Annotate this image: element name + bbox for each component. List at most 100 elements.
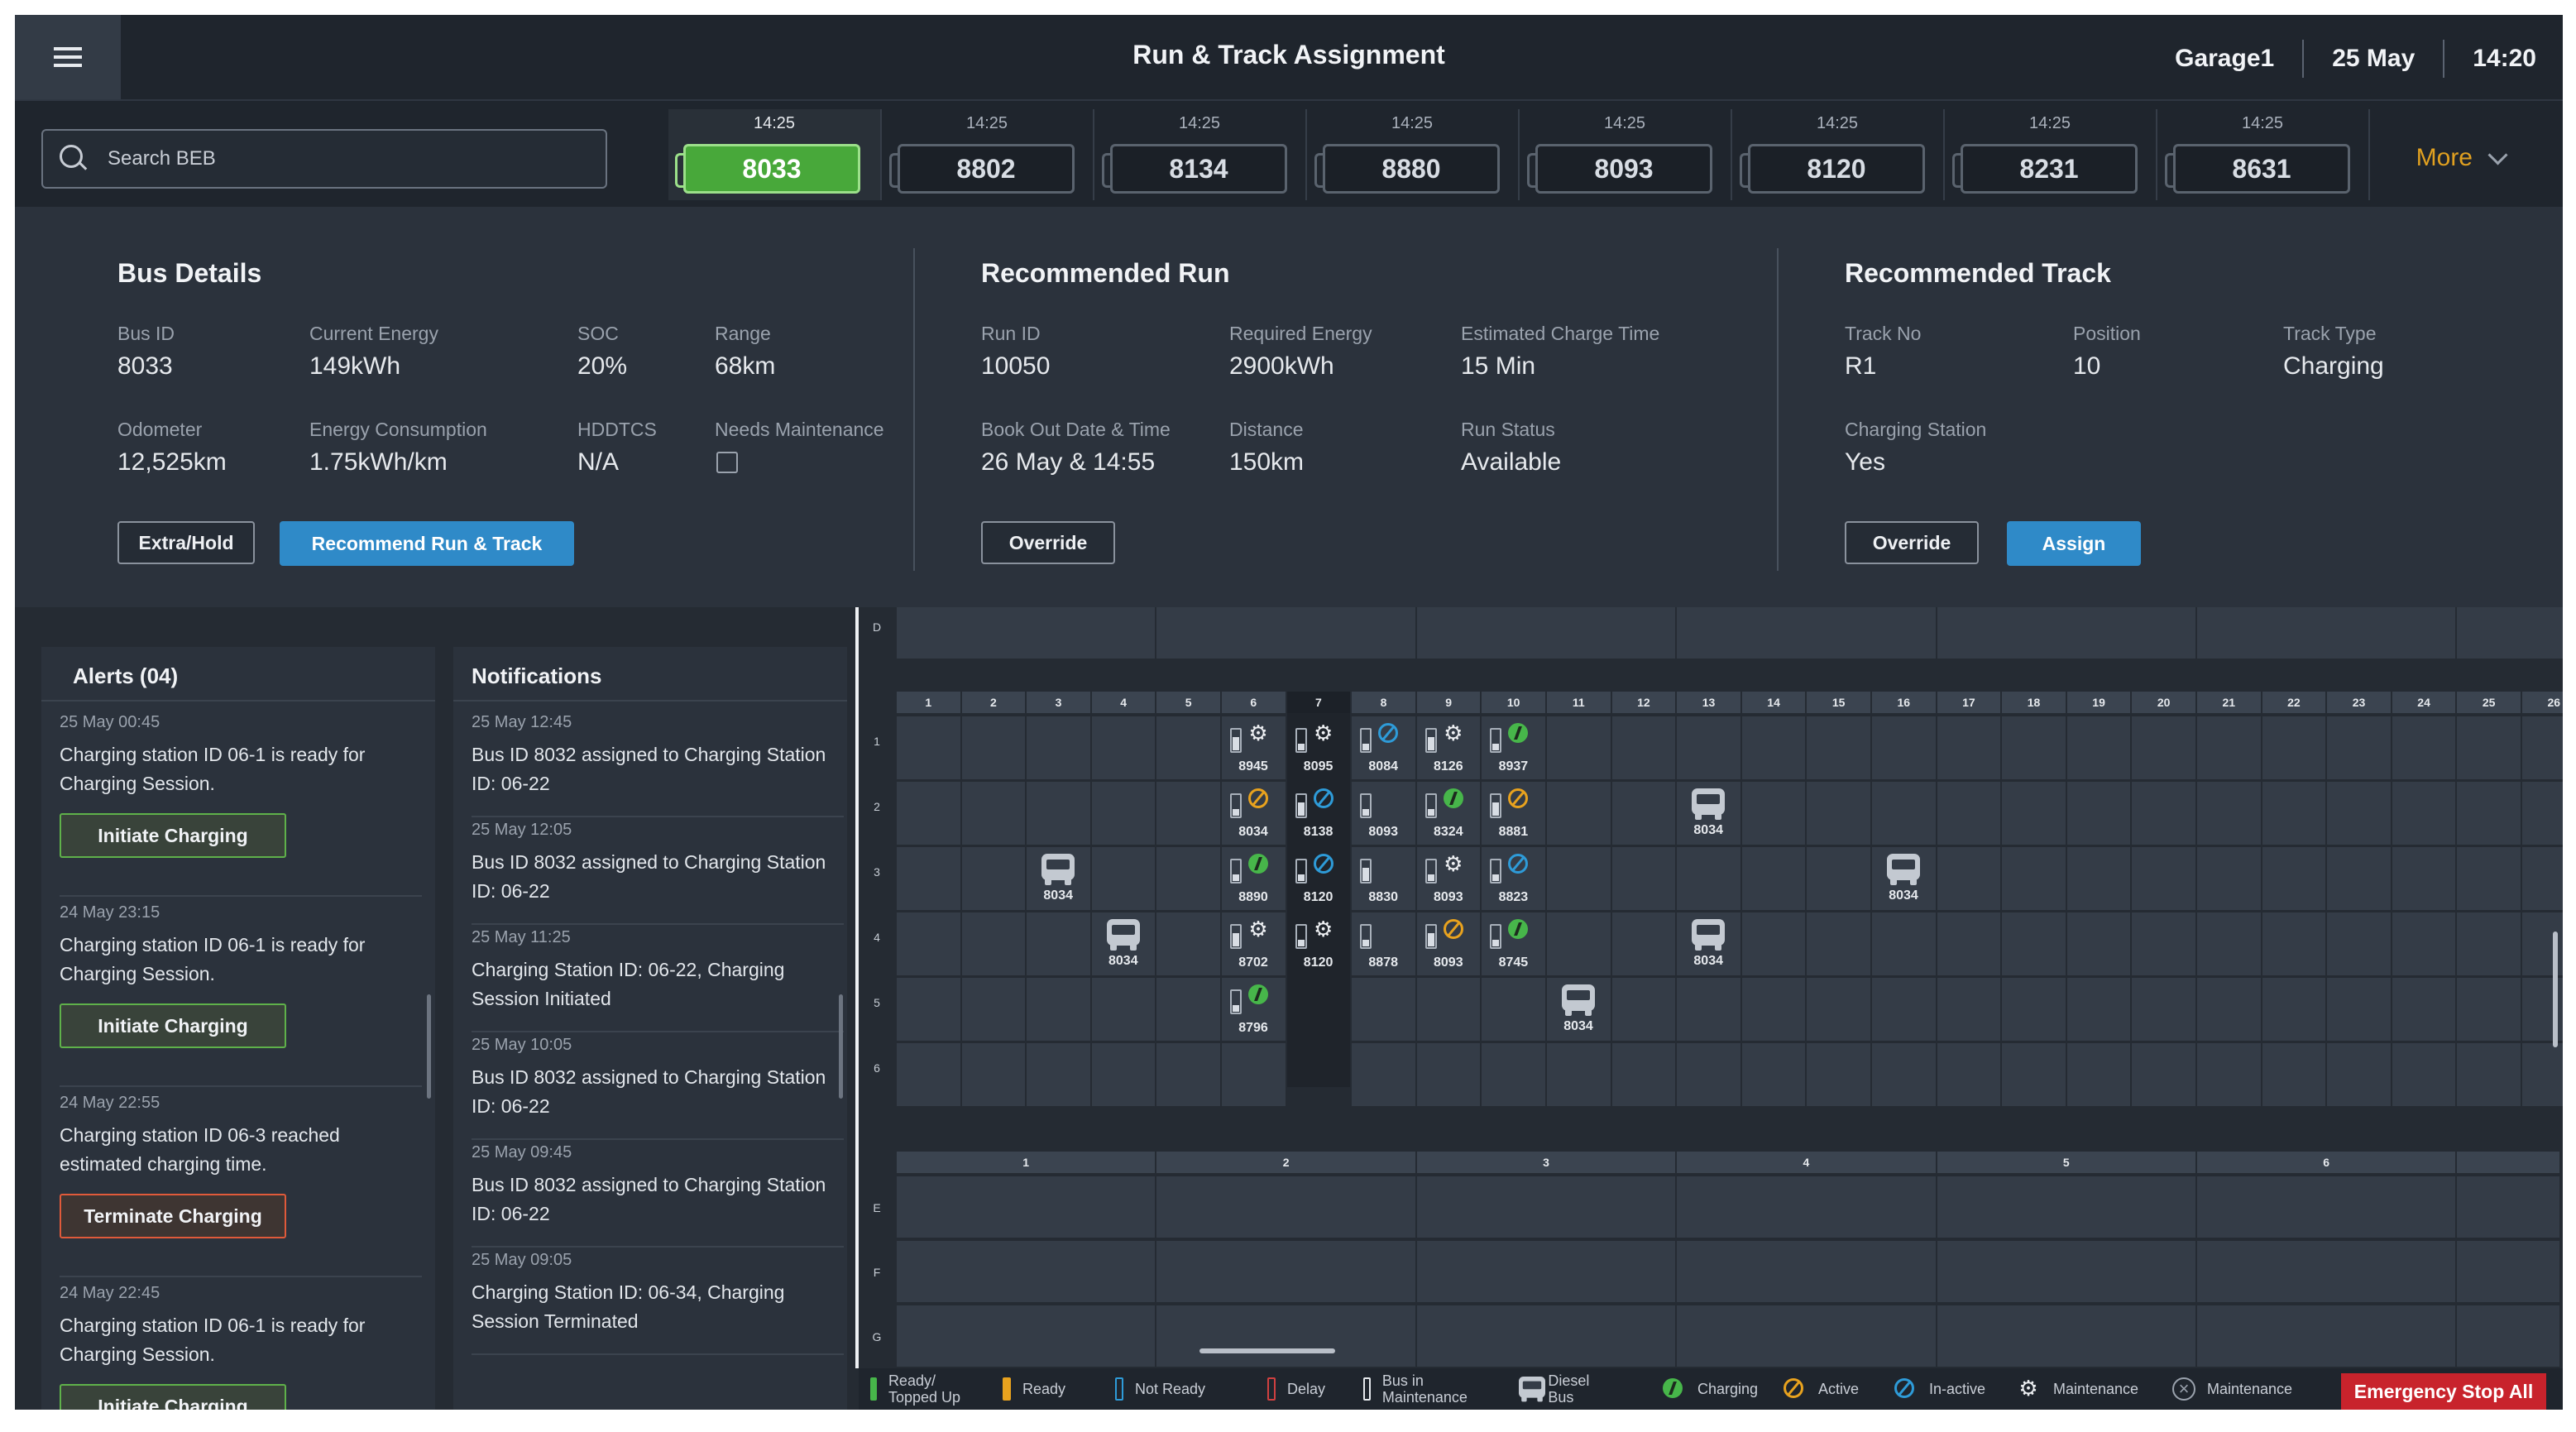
yard-slot[interactable] — [2132, 912, 2195, 975]
yard-slot[interactable] — [2262, 978, 2326, 1041]
bus-tile[interactable]: 14:25 8880 — [1306, 109, 1520, 200]
yard-slot[interactable] — [2197, 912, 2261, 975]
yard-bus-id[interactable]: 8034 — [1092, 954, 1155, 969]
initiate-charging-button[interactable]: Initiate Charging — [60, 1384, 286, 1410]
yard-slot[interactable] — [1807, 978, 1870, 1041]
yard-slot[interactable] — [1872, 1043, 1936, 1106]
yard-slot[interactable] — [2457, 1176, 2560, 1238]
column-header[interactable]: 1 — [897, 692, 960, 713]
yard-slot[interactable] — [1937, 847, 2001, 910]
yard-slot[interactable] — [1156, 1176, 1415, 1238]
yard-slot[interactable] — [1416, 978, 1481, 1041]
yard-bus-id[interactable]: 8034 — [1872, 888, 1935, 903]
extra-hold-button[interactable]: Extra/Hold — [117, 521, 255, 564]
lower-column-header[interactable]: 1 — [897, 1152, 1156, 1173]
yard-slot[interactable] — [1677, 1176, 1936, 1238]
yard-slot[interactable] — [961, 782, 1026, 845]
yard-slot[interactable] — [1677, 1241, 1936, 1302]
yard-slot[interactable] — [2197, 847, 2261, 910]
yard-slot[interactable] — [2327, 978, 2391, 1041]
yard-slot[interactable] — [961, 978, 1026, 1041]
bus-tile[interactable]: 14:25 8134 — [1094, 109, 1307, 200]
yard-slot[interactable] — [1807, 1043, 1870, 1106]
yard-slot[interactable] — [2197, 1176, 2456, 1238]
yard-vertical-scrollbar[interactable] — [2553, 932, 2558, 1047]
lower-column-header[interactable]: 4 — [1677, 1152, 1936, 1173]
notification-item[interactable]: 25 May 12:05 Bus ID 8032 assigned to Char… — [472, 821, 844, 925]
yard-slot[interactable] — [1872, 912, 1936, 975]
yard-slot[interactable] — [1937, 912, 2001, 975]
yard-bus-id[interactable]: 8126 — [1417, 759, 1480, 774]
yard-slot[interactable] — [1937, 1241, 2195, 1302]
yard-slot[interactable] — [2457, 782, 2521, 845]
yard-slot[interactable] — [897, 1241, 1156, 1302]
yard-slot[interactable] — [2522, 1043, 2563, 1106]
yard-slot[interactable] — [1482, 978, 1545, 1041]
column-header[interactable]: 22 — [2262, 692, 2326, 713]
yard-slot[interactable] — [897, 1305, 1156, 1367]
yard-bus-id[interactable]: 8034 — [1222, 825, 1285, 840]
yard-slot[interactable] — [1741, 978, 1806, 1041]
yard-slot[interactable] — [1156, 847, 1220, 910]
yard-slot[interactable] — [1937, 1305, 2195, 1367]
yard-slot[interactable] — [1091, 978, 1156, 1041]
column-header[interactable]: 8 — [1352, 692, 1415, 713]
bus-tile[interactable]: 14:25 8120 — [1731, 109, 1945, 200]
yard-bus-id[interactable]: 8138 — [1287, 825, 1350, 840]
yard-bus-id[interactable]: 8120 — [1287, 890, 1350, 905]
column-header[interactable]: 4 — [1091, 692, 1156, 713]
yard-slot[interactable] — [1156, 782, 1220, 845]
yard-slot[interactable] — [2522, 782, 2563, 845]
yard-slot[interactable] — [1611, 912, 1676, 975]
column-header[interactable]: 7 — [1286, 692, 1351, 713]
yard-slot[interactable] — [2457, 1241, 2560, 1302]
yard-slot[interactable] — [2197, 716, 2261, 779]
yard-slot[interactable] — [2262, 912, 2326, 975]
yard-slot[interactable] — [2066, 978, 2131, 1041]
yard-slot[interactable] — [961, 1043, 1026, 1106]
yard-slot[interactable] — [1872, 716, 1936, 779]
notification-item[interactable]: 25 May 09:05 Charging Station ID: 06-34, … — [472, 1251, 844, 1355]
yard-slot[interactable] — [2327, 782, 2391, 845]
yard-slot[interactable] — [2327, 716, 2391, 779]
yard-slot[interactable] — [1027, 978, 1090, 1041]
yard-slot[interactable] — [2002, 978, 2066, 1041]
column-header[interactable]: 15 — [1807, 692, 1870, 713]
yard-bus-id[interactable]: 8034 — [1677, 823, 1740, 838]
more-dropdown[interactable]: More — [2416, 144, 2508, 172]
yard-slot[interactable] — [1416, 1305, 1676, 1367]
yard-slot[interactable] — [1416, 607, 1676, 659]
column-header[interactable]: 14 — [1741, 692, 1806, 713]
yard-slot[interactable] — [2132, 978, 2195, 1041]
search-input[interactable]: Search BEB — [41, 129, 607, 189]
recommend-run-track-button[interactable]: Recommend Run & Track — [280, 521, 574, 566]
yard-slot[interactable] — [1547, 1043, 1611, 1106]
yard-bus-id[interactable]: 8093 — [1352, 825, 1415, 840]
yard-slot[interactable] — [1156, 1241, 1415, 1302]
yard-slot[interactable] — [1416, 1043, 1481, 1106]
yard-bus-id[interactable]: 8745 — [1482, 955, 1544, 970]
yard-slot[interactable] — [1937, 978, 2001, 1041]
yard-slot[interactable] — [2262, 716, 2326, 779]
initiate-charging-button[interactable]: Initiate Charging — [60, 813, 286, 858]
yard-bus-id[interactable]: 8881 — [1482, 825, 1544, 840]
column-header[interactable]: 12 — [1611, 692, 1676, 713]
yard-slot[interactable] — [961, 847, 1026, 910]
yard-slot[interactable] — [1807, 782, 1870, 845]
yard-slot[interactable] — [2457, 1043, 2521, 1106]
yard-slot[interactable] — [2197, 782, 2261, 845]
yard-slot[interactable] — [1611, 847, 1676, 910]
yard-slot[interactable] — [2132, 847, 2195, 910]
yard-bus-id[interactable]: 8093 — [1417, 890, 1480, 905]
bus-tile[interactable]: 14:25 8802 — [881, 109, 1094, 200]
yard-slot[interactable] — [2197, 1241, 2456, 1302]
yard-slot[interactable] — [1937, 607, 2195, 659]
yard-slot[interactable] — [2327, 912, 2391, 975]
yard-slot[interactable] — [1677, 1305, 1936, 1367]
yard-slot[interactable] — [897, 607, 1156, 659]
column-header[interactable]: 5 — [1156, 692, 1220, 713]
yard-slot[interactable] — [2327, 847, 2391, 910]
yard-bus-id[interactable]: 8093 — [1417, 955, 1480, 970]
yard-slot[interactable] — [2457, 607, 2563, 659]
column-header[interactable]: 9 — [1416, 692, 1481, 713]
